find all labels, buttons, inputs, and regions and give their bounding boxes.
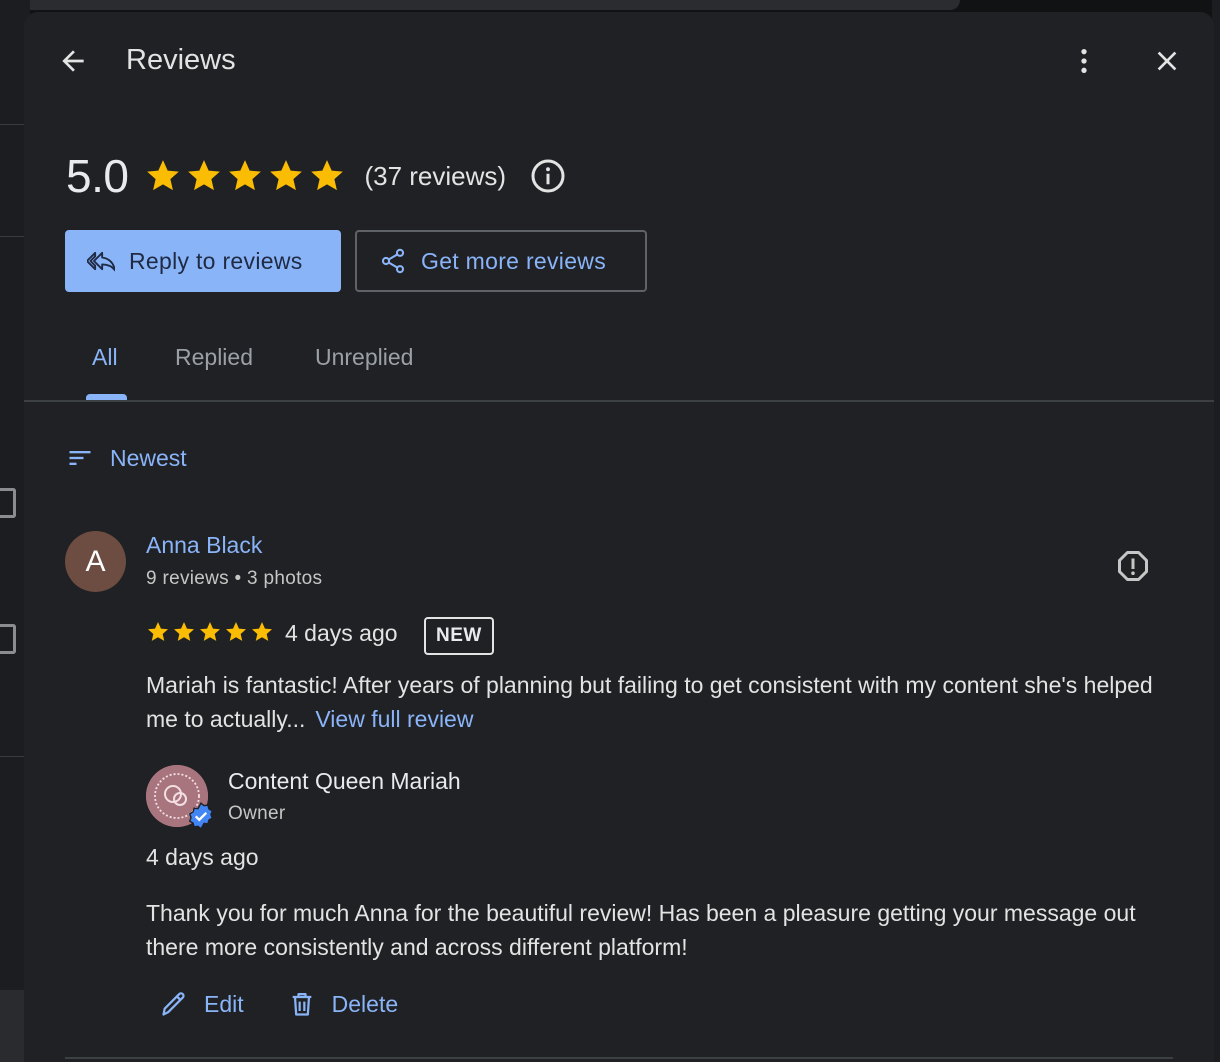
reviewer-meta: 9 reviews • 3 photos [146, 568, 323, 589]
dialog-header: Reviews [24, 12, 1214, 112]
reply-all-icon [87, 251, 115, 272]
close-icon [1157, 51, 1177, 71]
arrow-back-icon [62, 50, 84, 72]
bg-image-icon [0, 488, 16, 518]
review-date: 4 days ago [285, 620, 398, 646]
verified-badge-icon [187, 802, 215, 830]
get-more-reviews-button[interactable]: Get more reviews [355, 230, 647, 292]
delete-label: Delete [331, 990, 399, 1017]
reviews-dialog: Reviews 5.0 (37 reviews) Reply to review… [24, 12, 1214, 1062]
review-divider [65, 1057, 1173, 1059]
reply-actions: Edit Delete [160, 990, 398, 1018]
star-icon [148, 622, 168, 641]
star-icon [200, 622, 220, 641]
bg-calendar-icon [0, 624, 16, 654]
review-tabs: All Replied Unreplied [24, 330, 1214, 402]
active-tab-indicator [86, 394, 127, 400]
owner-name: Content Queen Mariah [228, 768, 461, 794]
view-full-review-link[interactable]: View full review [315, 706, 473, 732]
star-icon [188, 160, 221, 191]
info-icon [531, 159, 565, 193]
star-icon [147, 160, 180, 191]
edit-reply-button[interactable]: Edit [160, 990, 244, 1018]
star-icon [252, 622, 272, 641]
review-stars [146, 620, 274, 644]
tab-replied[interactable]: Replied [175, 344, 253, 371]
rating-value: 5.0 [66, 150, 129, 202]
star-icon [270, 160, 303, 191]
report-icon [1118, 551, 1148, 581]
review-count: (37 reviews) [364, 160, 507, 191]
share-icon [381, 248, 405, 274]
background-top-bar [30, 0, 960, 10]
tab-unreplied[interactable]: Unreplied [315, 344, 413, 371]
report-review-button[interactable] [1109, 542, 1157, 590]
delete-reply-button[interactable]: Delete [288, 990, 398, 1018]
more-options-button[interactable] [1060, 37, 1108, 85]
reply-to-reviews-label: Reply to reviews [129, 247, 303, 274]
review-body: Mariah is fantastic! After years of plan… [146, 672, 1153, 732]
sort-label: Newest [110, 444, 187, 471]
reply-text: Thank you for much Anna for the beautifu… [146, 900, 1136, 960]
back-button[interactable] [49, 37, 97, 85]
action-buttons: Reply to reviews Get more reviews [65, 230, 647, 292]
info-button[interactable] [530, 158, 566, 194]
edit-icon [162, 992, 185, 1016]
star-icon [311, 160, 344, 191]
star-icon [174, 622, 194, 641]
edit-label: Edit [204, 990, 244, 1017]
reply-date: 4 days ago [146, 844, 259, 870]
star-icon [226, 622, 246, 641]
reviewer-avatar[interactable]: A [65, 531, 126, 592]
reply-to-reviews-button[interactable]: Reply to reviews [65, 230, 341, 292]
reviewer-name[interactable]: Anna Black [146, 532, 262, 559]
sort-button[interactable]: Newest [66, 444, 187, 472]
review-text: Mariah is fantastic! After years of plan… [146, 668, 1176, 736]
sort-icon [69, 451, 91, 465]
rating-stars [144, 157, 346, 195]
tab-all[interactable]: All [92, 344, 118, 371]
delete-icon [292, 992, 311, 1016]
star-icon [229, 160, 262, 191]
close-button[interactable] [1143, 37, 1191, 85]
owner-role: Owner [228, 803, 286, 824]
rating-summary: 5.0 (37 reviews) [66, 150, 566, 202]
new-badge: NEW [424, 617, 494, 655]
get-more-reviews-label: Get more reviews [421, 247, 607, 274]
page-title: Reviews [126, 44, 236, 76]
more-vert-icon [1081, 49, 1087, 73]
